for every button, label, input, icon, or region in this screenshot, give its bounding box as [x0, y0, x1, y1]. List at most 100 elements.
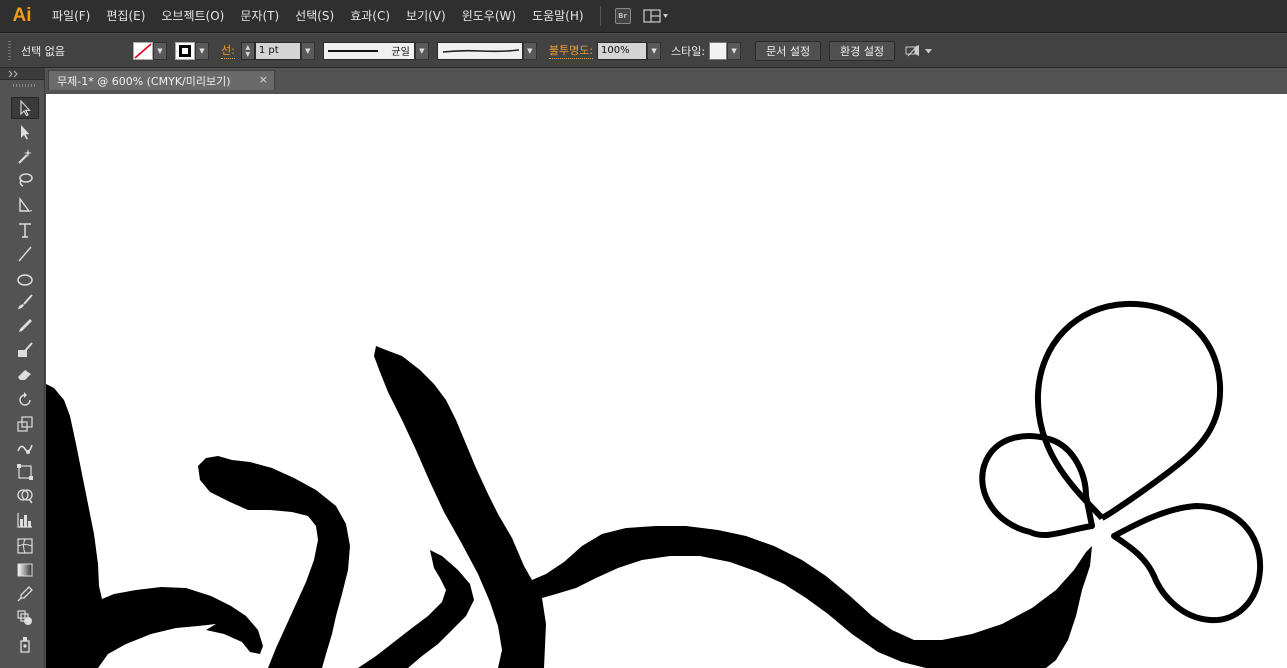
brush-stroke-left[interactable] — [46, 384, 263, 668]
brush-stroke-hook[interactable] — [198, 456, 350, 668]
brush-stroke-small[interactable] — [358, 550, 474, 668]
line-segment-tool[interactable] — [11, 243, 39, 265]
document-setup-button[interactable]: 문서 설정 — [755, 40, 822, 61]
blend-tool[interactable] — [11, 607, 39, 629]
selection-tool[interactable] — [11, 97, 39, 119]
opacity-field[interactable]: 100% — [597, 41, 648, 60]
arrange-documents-button[interactable] — [642, 6, 669, 26]
menu-type[interactable]: 문자(T) — [232, 0, 287, 33]
menu-effect[interactable]: 효과(C) — [342, 0, 398, 33]
tools-panel-header[interactable] — [0, 68, 44, 80]
symbol-sprayer-icon — [20, 637, 30, 653]
document-tab[interactable]: 무제-1* @ 600% (CMYK/미리보기) × — [48, 70, 275, 90]
warp-tool[interactable] — [11, 437, 39, 459]
profile-label: 균일 — [391, 47, 410, 58]
profile-field[interactable]: 균일 — [322, 41, 415, 60]
expand-panel-icon[interactable] — [8, 70, 20, 78]
paintbrush-tool[interactable] — [11, 291, 39, 313]
graphic-style-dropdown[interactable]: ▼ — [727, 41, 742, 60]
stroke-dropdown-arrow[interactable]: ▼ — [195, 41, 209, 60]
tools-grip[interactable] — [13, 84, 35, 87]
fill-control[interactable]: ▼ — [133, 41, 167, 60]
clover-loops[interactable] — [979, 300, 1264, 624]
lasso-tool[interactable] — [11, 169, 39, 191]
shape-builder-icon — [17, 489, 33, 504]
type-tool[interactable] — [11, 219, 39, 241]
gradient-tool[interactable] — [11, 559, 39, 581]
brush-stroke-wave[interactable] — [374, 346, 1092, 668]
bridge-icon: Br — [614, 8, 631, 24]
brush-field[interactable] — [436, 41, 523, 60]
ellipse-tool[interactable] — [11, 268, 39, 290]
fill-dropdown-arrow[interactable]: ▼ — [153, 41, 167, 60]
app-logo: Ai — [12, 5, 32, 26]
opacity-dropdown[interactable]: ▼ — [647, 41, 662, 60]
graph-tool[interactable] — [11, 509, 39, 531]
eraser-icon — [18, 370, 31, 380]
brush-dropdown[interactable]: ▼ — [522, 41, 537, 60]
stroke-swatch[interactable] — [175, 41, 195, 60]
lasso-icon — [19, 173, 33, 187]
rotate-tool[interactable] — [11, 389, 39, 411]
artwork[interactable] — [46, 94, 1287, 668]
free-transform-tool[interactable] — [11, 461, 39, 483]
symbol-sprayer-tool[interactable] — [11, 633, 39, 655]
fill-swatch[interactable] — [133, 41, 153, 60]
stroke-label[interactable]: 선: — [221, 42, 235, 59]
preferences-button[interactable]: 환경 설정 — [829, 40, 896, 61]
paintbrush-icon — [18, 294, 33, 309]
blob-brush-tool[interactable] — [11, 339, 39, 361]
eraser-tool[interactable] — [11, 363, 39, 385]
stroke-color-icon — [179, 44, 191, 57]
stroke-weight-stepper[interactable]: ▲ ▼ — [240, 41, 255, 60]
gradient-icon — [17, 563, 33, 577]
stroke-weight-control[interactable]: ▲ ▼ 1 pt ▼ — [240, 41, 315, 60]
control-panel-menu[interactable] — [905, 44, 935, 58]
pencil-tool[interactable] — [11, 315, 39, 337]
tools-panel — [0, 68, 45, 668]
artboard-canvas[interactable] — [46, 90, 1287, 668]
opacity-label[interactable]: 불투명도: — [548, 42, 594, 59]
menu-file[interactable]: 파일(F) — [44, 0, 98, 33]
mesh-icon — [17, 538, 33, 554]
panel-options-icon — [905, 44, 933, 56]
style-label: 스타일: — [671, 44, 706, 58]
bridge-button[interactable]: Br — [614, 6, 631, 26]
scale-tool[interactable] — [11, 413, 39, 435]
menu-window[interactable]: 윈도우(W) — [454, 0, 524, 33]
magic-wand-tool[interactable] — [11, 145, 39, 167]
stroke-weight-dropdown[interactable]: ▼ — [300, 41, 315, 60]
brush-definition[interactable]: ▼ — [436, 41, 537, 60]
pen-tool[interactable] — [11, 195, 39, 217]
shape-builder-tool[interactable] — [11, 485, 39, 507]
control-bar: 선택 없음 ▼ ▼ 선: ▲ ▼ 1 pt ▼ 균일 ▼ ▼ 불투명도: 100%… — [0, 34, 1287, 68]
graphic-style-swatch[interactable] — [709, 41, 728, 60]
menu-edit[interactable]: 편집(E) — [98, 0, 153, 33]
opacity-control[interactable]: 100% ▼ — [597, 41, 662, 60]
close-tab-icon[interactable]: × — [259, 73, 268, 86]
no-fill-icon — [134, 42, 152, 59]
menu-view[interactable]: 보기(V) — [398, 0, 454, 33]
mesh-tool[interactable] — [11, 535, 39, 557]
menu-select[interactable]: 선택(S) — [287, 0, 342, 33]
graphic-style-control[interactable]: ▼ — [709, 41, 742, 60]
pencil-icon — [19, 319, 32, 332]
eyedropper-tool[interactable] — [11, 583, 39, 605]
menu-object[interactable]: 오브젝트(O) — [153, 0, 232, 33]
ellipse-icon — [17, 274, 33, 286]
direct-selection-tool[interactable] — [11, 121, 39, 143]
variable-width-profile[interactable]: 균일 ▼ — [322, 41, 429, 60]
stroke-color-control[interactable]: ▼ — [175, 41, 209, 60]
free-transform-icon — [17, 464, 33, 480]
menu-divider — [599, 6, 601, 26]
type-t-icon — [19, 223, 31, 238]
menu-help[interactable]: 도움말(H) — [524, 0, 592, 33]
control-bar-grip[interactable] — [8, 40, 11, 61]
direct-selection-arrow-icon — [21, 125, 30, 140]
profile-dropdown[interactable]: ▼ — [414, 41, 429, 60]
rotate-icon — [19, 392, 31, 406]
pen-nib-icon — [19, 197, 32, 212]
line-segment-icon — [18, 246, 32, 262]
arrange-documents-icon — [642, 9, 668, 23]
stroke-weight-field[interactable]: 1 pt — [254, 41, 301, 60]
